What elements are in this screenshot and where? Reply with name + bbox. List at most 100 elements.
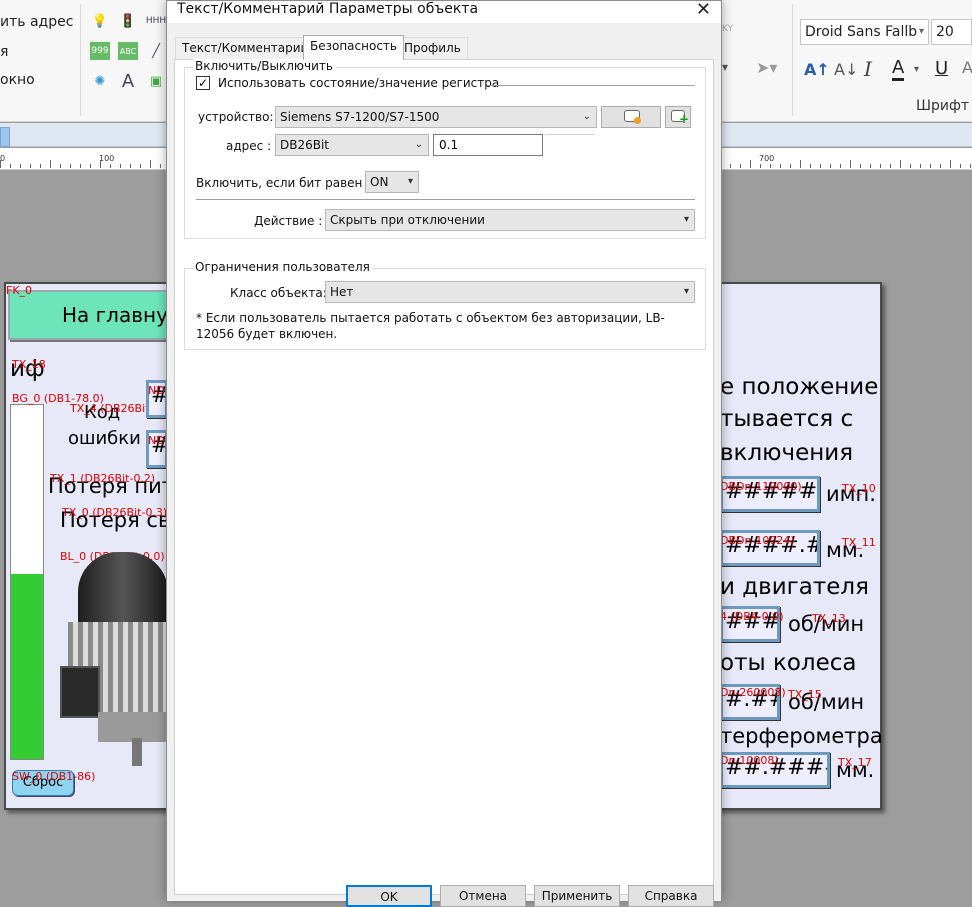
- object-id-label: TX_18: [12, 358, 46, 371]
- tab-profile[interactable]: Профиль: [397, 37, 468, 59]
- ruler-label: 700: [759, 154, 775, 163]
- object-id-label: ND: [148, 384, 165, 397]
- use-register-checkbox[interactable]: ✓: [196, 76, 210, 90]
- object-id-label: TX_1 (DB26Bit-0.2): [50, 472, 156, 485]
- close-icon[interactable]: ✕: [696, 0, 711, 20]
- action-label: Действие :: [254, 214, 323, 228]
- hmi-text: е положение: [720, 374, 879, 400]
- ruler-tick: [130, 164, 131, 168]
- cancel-button[interactable]: Отмена: [440, 885, 526, 907]
- object-id-label: FK_0: [6, 284, 33, 297]
- font-grow-icon[interactable]: A↑: [804, 60, 830, 79]
- ruler-tick: [790, 164, 791, 168]
- object-id-label: TX_15: [788, 688, 822, 701]
- address-type-select[interactable]: DB26Bit ⌄: [275, 134, 429, 156]
- document-tab[interactable]: [0, 127, 10, 147]
- dialog-title: Текст/Комментарий Параметры объекта: [177, 1, 479, 17]
- paste-dropdown-icon[interactable]: ▾: [722, 60, 728, 74]
- chevron-down-icon: ▾: [918, 26, 924, 37]
- object-id-label: TX_0 (DB26Bit-0.3): [62, 506, 168, 519]
- ruler-tick: [930, 164, 931, 168]
- ruler-tick: [140, 164, 141, 168]
- object-id-label: DBDn-110000): [720, 480, 802, 493]
- ruler-tick: [100, 160, 101, 168]
- device-label: устройство:: [198, 110, 274, 124]
- ruler-tick: [840, 164, 841, 168]
- action-select[interactable]: Скрыть при отключении ▾: [325, 209, 695, 231]
- object-id-label: Dn-260008): [720, 686, 786, 699]
- ruler-tick: [800, 160, 801, 168]
- ruler-tick: [970, 164, 971, 168]
- settings-dot-icon: [634, 117, 641, 124]
- address-label: адрес :: [226, 139, 272, 153]
- picture-icon[interactable]: ▣: [146, 72, 166, 90]
- ribbon-separator: [80, 4, 81, 116]
- apply-button[interactable]: Применить: [534, 885, 620, 907]
- ruler-tick: [60, 164, 61, 168]
- enable-if-bit-label: Включить, если бит равен :: [196, 176, 371, 190]
- chevron-down-icon: ▾: [407, 176, 413, 187]
- underline-icon[interactable]: U: [935, 58, 948, 79]
- font-name-value: Droid Sans Fallb: [805, 24, 918, 40]
- ruler-tick: [830, 164, 831, 168]
- ruler-tick: [780, 164, 781, 168]
- enable-if-bit-select[interactable]: ON ▾: [365, 171, 419, 193]
- tab-security[interactable]: Безопасность: [303, 35, 404, 60]
- lightbulb-icon[interactable]: 💡: [90, 12, 110, 30]
- ruler-tick: [90, 164, 91, 168]
- enable-group: Включить/Выключить ✓ Использовать состоя…: [184, 59, 706, 239]
- ruler-tick: [750, 160, 751, 168]
- device-select[interactable]: Siemens S7-1200/S7-1500 ⌄: [275, 106, 597, 128]
- tab-text-comment[interactable]: Текст/Комментарий: [175, 37, 316, 59]
- ribbon-item-2[interactable]: я: [0, 44, 8, 60]
- ok-button[interactable]: OK: [346, 885, 432, 907]
- device-settings-button[interactable]: [601, 106, 661, 128]
- ruler-tick: [880, 164, 881, 168]
- object-id-label: TX_13: [812, 612, 846, 625]
- ruler-tick: [40, 164, 41, 168]
- numeric-input-icon[interactable]: 999: [90, 42, 110, 60]
- chevron-down-icon: ⌄: [582, 111, 591, 122]
- format-painter-icon[interactable]: ➤▾: [756, 58, 777, 77]
- plus-icon: +: [679, 112, 690, 126]
- chevron-down-icon: ⌄: [414, 139, 423, 150]
- object-class-select[interactable]: Нет ▾: [325, 281, 695, 303]
- motor-image: [58, 542, 168, 770]
- sparkle-icon[interactable]: ✺: [90, 72, 110, 90]
- line-icon[interactable]: ╱: [146, 42, 166, 60]
- ruler-tick: [30, 164, 31, 168]
- traffic-light-icon[interactable]: 🚦: [118, 12, 138, 30]
- bar-graph: [10, 404, 44, 760]
- object-id-label: ND: [148, 434, 165, 447]
- add-address-button[interactable]: +: [665, 106, 691, 128]
- ruler-tick: [900, 160, 901, 168]
- tab-page-security: Включить/Выключить ✓ Использовать состоя…: [174, 59, 714, 895]
- ribbon-item-address[interactable]: ить адрес: [0, 14, 73, 30]
- enable-if-bit-value: ON: [370, 175, 389, 189]
- hmi-text: оты колеса: [720, 650, 857, 676]
- more-icon[interactable]: A: [962, 58, 972, 77]
- font-shrink-icon[interactable]: A↓: [834, 60, 858, 79]
- ruler-tick: [0, 160, 1, 168]
- ribbon-separator-2: [792, 4, 793, 116]
- ascii-input-icon[interactable]: ABC: [118, 42, 138, 60]
- object-id-label: TX_11: [842, 536, 876, 549]
- hmi-text: терферометра: [720, 724, 883, 748]
- ruler-tick: [160, 164, 161, 168]
- ribbon-item-window[interactable]: окно: [0, 72, 35, 88]
- address-input[interactable]: 0.1: [433, 134, 543, 156]
- ruler-tick: [920, 164, 921, 168]
- italic-icon[interactable]: I: [864, 57, 872, 81]
- chevron-down-icon: ▾: [683, 214, 689, 225]
- ruler-tick: [150, 160, 151, 168]
- font-size-combo[interactable]: 20: [931, 19, 972, 45]
- font-color-icon[interactable]: A: [892, 57, 905, 81]
- font-name-combo[interactable]: Droid Sans Fallb ▾: [800, 19, 929, 45]
- help-button[interactable]: Справка: [628, 885, 714, 907]
- home-button[interactable]: На главну: [8, 290, 178, 340]
- ruler-tick: [730, 164, 731, 168]
- font-color-dropdown-icon[interactable]: ▾: [914, 64, 919, 75]
- ruler-tick: [50, 160, 51, 168]
- text-icon[interactable]: A: [118, 71, 138, 92]
- numeric-display-icon[interactable]: HHH: [146, 12, 166, 30]
